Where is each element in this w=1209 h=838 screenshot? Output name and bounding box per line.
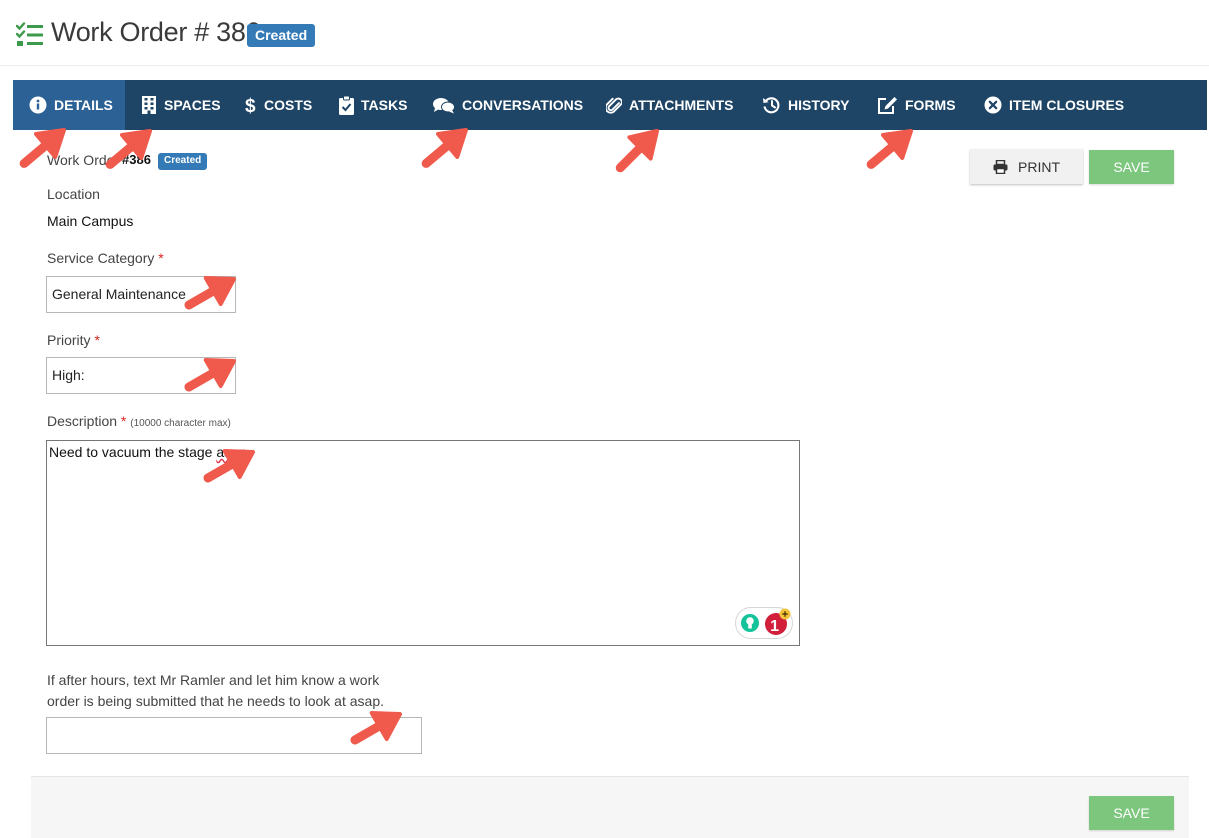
- svg-text:$: $: [245, 96, 256, 115]
- building-icon: [142, 96, 156, 114]
- required-mark: *: [94, 332, 100, 348]
- form-footer: [31, 776, 1189, 838]
- description-textarea[interactable]: Need to vacuum the stage asap 1: [46, 440, 800, 646]
- edit-icon: [878, 96, 897, 114]
- priority-value: High:: [52, 367, 85, 383]
- chevron-down-icon: [220, 371, 230, 378]
- save-button[interactable]: SAVE: [1089, 150, 1174, 184]
- printer-icon: [993, 159, 1008, 174]
- required-mark: *: [120, 413, 127, 429]
- times-circle-icon: [984, 96, 1002, 114]
- paperclip-icon: [606, 97, 622, 114]
- tab-label: SPACES: [164, 97, 221, 113]
- service-category-value: General Maintenance: [52, 286, 186, 302]
- history-icon: [763, 97, 780, 114]
- tab-details[interactable]: DETAILS: [13, 80, 125, 130]
- location-value: Main Campus: [47, 213, 134, 229]
- grammarly-icon[interactable]: [735, 607, 793, 639]
- tab-label: HISTORY: [788, 97, 850, 113]
- tab-costs[interactable]: $ COSTS: [245, 80, 312, 130]
- tasks-list-icon: [16, 22, 43, 46]
- dollar-icon: $: [245, 96, 256, 115]
- tab-label: ATTACHMENTS: [629, 97, 734, 113]
- print-label: PRINT: [1018, 158, 1060, 175]
- tab-label: DETAILS: [54, 97, 113, 113]
- tab-tasks[interactable]: TASKS: [339, 80, 407, 130]
- tab-forms[interactable]: FORMS: [877, 80, 956, 130]
- footer-save-button[interactable]: SAVE: [1089, 796, 1174, 830]
- service-category-select[interactable]: General Maintenance: [46, 276, 236, 313]
- page-header: Work Order # 386 Created: [0, 0, 1209, 66]
- tab-label: TASKS: [361, 97, 408, 113]
- misspelled-word: asap: [216, 444, 247, 460]
- character-limit-note: (10000 character max): [130, 418, 231, 429]
- grammarly-count: 1: [770, 618, 779, 635]
- comments-icon: [433, 97, 455, 113]
- arrow-icon: [15, 119, 921, 753]
- after-hours-input[interactable]: [46, 717, 422, 754]
- tab-bar: DETAILS SPACES $ COSTS TASKS CONVERSATIO…: [13, 80, 1207, 130]
- tab-label: FORMS: [905, 97, 956, 113]
- work-order-number: #386: [122, 152, 151, 167]
- tab-conversations[interactable]: CONVERSATIONS: [433, 80, 583, 130]
- description-label: Description * (10000 character max): [47, 413, 231, 429]
- work-order-label: Work Order: [47, 152, 120, 168]
- required-mark: *: [158, 250, 164, 266]
- tab-label: ITEM CLOSURES: [1009, 97, 1125, 113]
- tab-label: CONVERSATIONS: [462, 97, 584, 113]
- priority-label: Priority *: [47, 332, 100, 348]
- tab-label: COSTS: [264, 97, 313, 113]
- print-button[interactable]: PRINT: [970, 149, 1083, 184]
- status-badge: Created: [158, 153, 208, 170]
- service-category-label: Service Category *: [47, 250, 164, 266]
- location-label: Location: [47, 186, 100, 202]
- tab-attachments[interactable]: ATTACHMENTS: [606, 80, 733, 130]
- tab-history[interactable]: HISTORY: [762, 80, 849, 130]
- page-title: Work Order # 386: [51, 17, 261, 47]
- info-circle-icon: [29, 96, 47, 114]
- priority-select[interactable]: High:: [46, 357, 236, 394]
- tab-spaces[interactable]: SPACES: [141, 80, 221, 130]
- after-hours-instructions: If after hours, text Mr Ramler and let h…: [47, 672, 384, 709]
- clipboard-check-icon: [339, 95, 354, 115]
- chevron-down-icon: [220, 290, 230, 297]
- tab-item-closures[interactable]: ITEM CLOSURES: [984, 80, 1124, 130]
- status-badge: Created: [247, 24, 316, 47]
- description-text: Need to vacuum the stage: [49, 444, 217, 460]
